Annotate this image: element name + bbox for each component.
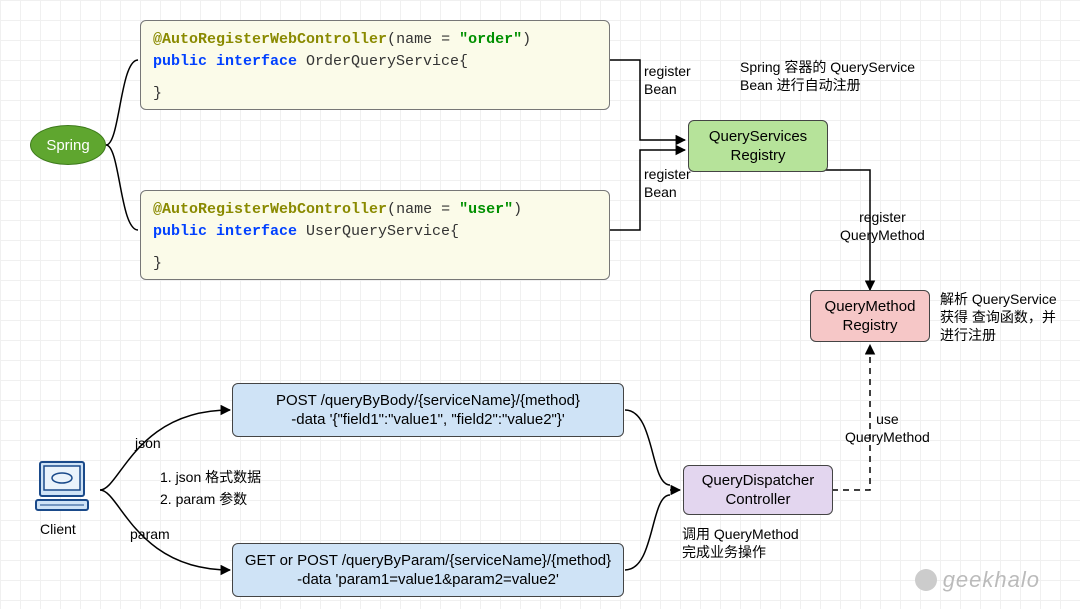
edge-json: json <box>135 434 161 452</box>
watermark: geekhalo <box>915 567 1040 593</box>
qsr-note: Spring 容器的 QueryService Bean 进行自动注册 <box>740 58 915 94</box>
wechat-icon <box>915 569 937 591</box>
queryservices-registry-node: QueryServices Registry <box>688 120 828 172</box>
spring-node: Spring <box>30 125 106 165</box>
edge-register-bean-bot: register Bean <box>644 165 691 201</box>
qmr-note: 解析 QueryService 获得 查询函数，并 进行注册 <box>940 290 1057 345</box>
querymethod-registry-node: QueryMethod Registry <box>810 290 930 342</box>
client-note-1: 1. json 格式数据 <box>160 468 261 486</box>
get-param-node: GET or POST /queryByParam/{serviceName}/… <box>232 543 624 597</box>
client-note-2: 2. param 参数 <box>160 490 247 508</box>
client-icon <box>34 458 90 517</box>
edge-param: param <box>130 525 170 543</box>
dispatcher-note: 调用 QueryMethod 完成业务操作 <box>682 525 799 561</box>
client-label: Client <box>40 520 76 538</box>
edge-register-bean-top: register Bean <box>644 62 691 98</box>
edge-register-qm: register QueryMethod <box>840 208 925 244</box>
code-user: @AutoRegisterWebController(name = "user"… <box>140 190 610 280</box>
post-body-node: POST /queryByBody/{serviceName}/{method}… <box>232 383 624 437</box>
querydispatcher-controller-node: QueryDispatcher Controller <box>683 465 833 515</box>
edge-use-qm: use QueryMethod <box>845 410 930 446</box>
spring-label: Spring <box>46 137 89 154</box>
code-order: @AutoRegisterWebController(name = "order… <box>140 20 610 110</box>
